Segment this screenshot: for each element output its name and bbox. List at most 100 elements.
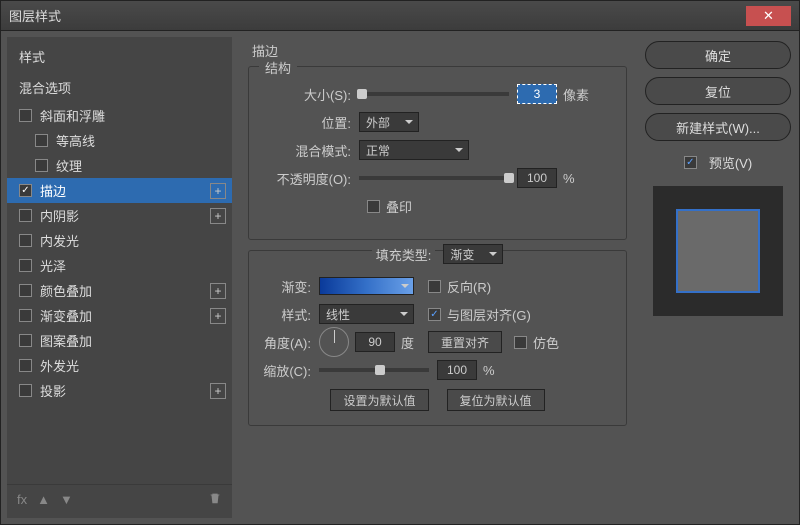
style-select[interactable]: 线性	[319, 304, 414, 324]
effect-checkbox[interactable]	[19, 234, 32, 247]
gradient-picker[interactable]	[319, 277, 414, 295]
scale-input[interactable]: 100	[437, 360, 477, 380]
ok-button[interactable]: 确定	[645, 41, 791, 69]
blend-options-header[interactable]: 混合选项	[7, 72, 232, 103]
effect-checkbox[interactable]	[19, 334, 32, 347]
scale-label: 缩放(C):	[259, 361, 319, 380]
blendmode-label: 混合模式:	[259, 141, 359, 160]
effect-row-1[interactable]: 等高线	[7, 128, 232, 153]
effect-label: 图案叠加	[40, 331, 226, 350]
effect-checkbox[interactable]	[35, 134, 48, 147]
effect-checkbox[interactable]	[19, 259, 32, 272]
filltype-label: 填充类型:	[372, 245, 436, 264]
effect-label: 斜面和浮雕	[40, 106, 226, 125]
fx-icon[interactable]: fx	[17, 492, 27, 507]
scale-unit: %	[483, 363, 495, 378]
effect-row-11[interactable]: 投影+	[7, 378, 232, 403]
effect-row-8[interactable]: 渐变叠加+	[7, 303, 232, 328]
add-effect-icon[interactable]: +	[210, 208, 226, 224]
fill-group: 填充类型: 渐变 渐变: 反向(R) 样式: 线性 与图层对齐(G)	[248, 250, 627, 426]
structure-legend: 结构	[259, 58, 297, 77]
close-icon: ✕	[763, 8, 774, 24]
preview-checkbox[interactable]	[684, 156, 697, 169]
effect-checkbox[interactable]	[19, 109, 32, 122]
position-select[interactable]: 外部	[359, 112, 419, 132]
add-effect-icon[interactable]: +	[210, 383, 226, 399]
align-label: 与图层对齐(G)	[447, 305, 531, 324]
angle-input[interactable]: 90	[355, 332, 395, 352]
gradient-label: 渐变:	[259, 277, 319, 296]
align-checkbox[interactable]	[428, 308, 441, 321]
effect-row-0[interactable]: 斜面和浮雕	[7, 103, 232, 128]
opacity-unit: %	[563, 171, 575, 186]
effect-row-4[interactable]: 内阴影+	[7, 203, 232, 228]
make-default-button[interactable]: 设置为默认值	[330, 389, 428, 411]
size-unit: 像素	[563, 85, 589, 104]
effect-row-3[interactable]: 描边+	[7, 178, 232, 203]
effect-checkbox[interactable]	[19, 359, 32, 372]
effect-checkbox[interactable]	[19, 384, 32, 397]
dialog-body: 样式 混合选项 斜面和浮雕等高线纹理描边+内阴影+内发光光泽颜色叠加+渐变叠加+…	[1, 31, 799, 524]
reset-align-button[interactable]: 重置对齐	[428, 331, 502, 353]
effect-row-6[interactable]: 光泽	[7, 253, 232, 278]
reset-default-button[interactable]: 复位为默认值	[447, 389, 545, 411]
style-label: 样式:	[259, 305, 319, 324]
dither-label: 仿色	[533, 333, 559, 352]
effect-label: 投影	[40, 381, 210, 400]
blendmode-select[interactable]: 正常	[359, 140, 469, 160]
effect-label: 内阴影	[40, 206, 210, 225]
effects-footer: fx ▲ ▼	[7, 484, 232, 514]
size-slider[interactable]	[359, 92, 509, 96]
effect-row-5[interactable]: 内发光	[7, 228, 232, 253]
angle-dial[interactable]	[319, 327, 349, 357]
angle-unit: 度	[401, 333, 414, 352]
reverse-checkbox[interactable]	[428, 280, 441, 293]
add-effect-icon[interactable]: +	[210, 283, 226, 299]
new-style-button[interactable]: 新建样式(W)...	[645, 113, 791, 141]
effect-checkbox[interactable]	[19, 209, 32, 222]
add-effect-icon[interactable]: +	[210, 308, 226, 324]
dither-checkbox[interactable]	[514, 336, 527, 349]
effect-checkbox[interactable]	[19, 284, 32, 297]
size-input[interactable]: 3	[517, 84, 557, 104]
effect-label: 描边	[40, 181, 210, 200]
add-effect-icon[interactable]: +	[210, 183, 226, 199]
move-down-icon[interactable]: ▼	[60, 492, 73, 507]
position-label: 位置:	[259, 113, 359, 132]
trash-icon[interactable]	[208, 491, 222, 508]
scale-slider[interactable]	[319, 368, 429, 372]
panel-title: 描边	[252, 41, 627, 60]
stroke-settings-panel: 描边 结构 大小(S): 3 像素 位置: 外部 混合模式: 正常	[238, 37, 637, 518]
overprint-label: 叠印	[386, 197, 412, 216]
preview-label: 预览(V)	[709, 153, 752, 172]
close-button[interactable]: ✕	[746, 6, 791, 26]
styles-header[interactable]: 样式	[7, 41, 232, 72]
opacity-slider[interactable]	[359, 176, 509, 180]
effect-label: 外发光	[40, 356, 226, 375]
move-up-icon[interactable]: ▲	[37, 492, 50, 507]
layer-style-dialog: 图层样式 ✕ 样式 混合选项 斜面和浮雕等高线纹理描边+内阴影+内发光光泽颜色叠…	[0, 0, 800, 525]
effect-checkbox[interactable]	[19, 309, 32, 322]
effect-row-10[interactable]: 外发光	[7, 353, 232, 378]
effects-list-panel: 样式 混合选项 斜面和浮雕等高线纹理描边+内阴影+内发光光泽颜色叠加+渐变叠加+…	[7, 37, 232, 518]
filltype-select[interactable]: 渐变	[443, 244, 503, 264]
preview-swatch	[678, 211, 758, 291]
effect-row-2[interactable]: 纹理	[7, 153, 232, 178]
effect-label: 内发光	[40, 231, 226, 250]
effect-label: 光泽	[40, 256, 226, 275]
reverse-label: 反向(R)	[447, 277, 491, 296]
angle-label: 角度(A):	[259, 333, 319, 352]
effect-row-9[interactable]: 图案叠加	[7, 328, 232, 353]
opacity-label: 不透明度(O):	[259, 169, 359, 188]
effect-checkbox[interactable]	[35, 159, 48, 172]
effect-label: 纹理	[56, 156, 226, 175]
preview-thumbnail	[653, 186, 783, 316]
opacity-input[interactable]: 100	[517, 168, 557, 188]
structure-group: 结构 大小(S): 3 像素 位置: 外部 混合模式: 正常 不透明度(O):	[248, 66, 627, 240]
cancel-button[interactable]: 复位	[645, 77, 791, 105]
size-label: 大小(S):	[259, 85, 359, 104]
effect-row-7[interactable]: 颜色叠加+	[7, 278, 232, 303]
effect-label: 颜色叠加	[40, 281, 210, 300]
overprint-checkbox[interactable]	[367, 200, 380, 213]
effect-checkbox[interactable]	[19, 184, 32, 197]
